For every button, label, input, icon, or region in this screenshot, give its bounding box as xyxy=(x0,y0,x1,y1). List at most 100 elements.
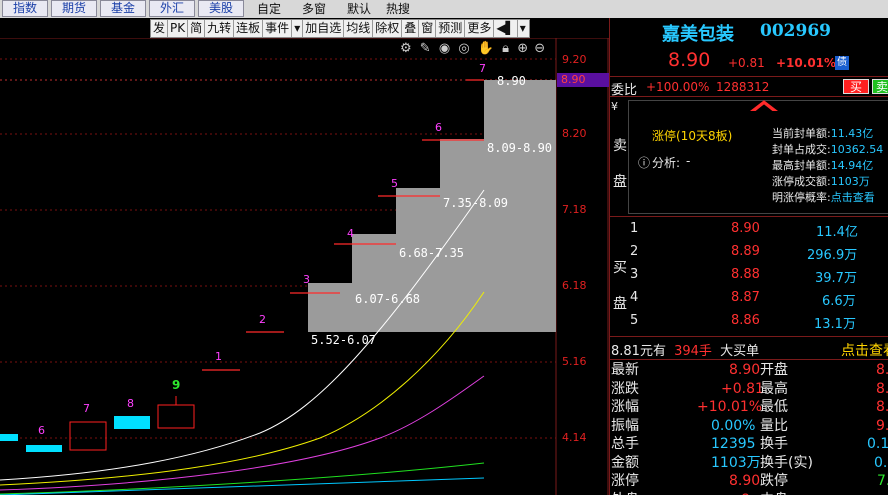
step-number: 2 xyxy=(259,313,266,326)
sell-button[interactable]: 卖 xyxy=(872,79,888,94)
forecast-staircase xyxy=(308,80,556,332)
gear-icon[interactable]: ⚙ xyxy=(400,41,412,56)
analysis-label: 分析: xyxy=(652,156,681,170)
lock-icon[interactable]: 🔒︎ xyxy=(502,41,509,56)
seal-value: 14.94亿 xyxy=(830,159,874,172)
candle-label: 7 xyxy=(83,402,90,415)
range-label: 6.68-7.35 xyxy=(399,246,465,260)
seal-info: 当前封单额:11.43亿 封单占成交:10362.54 最高封单额:14.94亿… xyxy=(772,126,883,206)
toolbar-window[interactable]: 窗 xyxy=(419,20,437,37)
step-number: 6 xyxy=(435,121,442,134)
candle-label: 6 xyxy=(38,424,45,437)
range-label: 8.09-8.90 xyxy=(487,141,553,155)
bid-row[interactable]: 1 8.90 11.4亿 xyxy=(630,221,888,244)
seal-label: 当前封单额: xyxy=(772,127,831,140)
ma-magenta-line xyxy=(0,375,485,491)
info-icon: ⓘ xyxy=(638,156,651,170)
seal-value: 1103万 xyxy=(830,175,870,188)
toolbar-collapse-dropdown[interactable]: ▾ xyxy=(518,20,528,37)
weibi-diff: 1288312 xyxy=(716,80,770,94)
tab-index[interactable]: 指数 xyxy=(2,0,48,17)
plus-circle-icon[interactable]: ⊕ xyxy=(517,41,528,56)
analysis-value: - xyxy=(686,154,691,168)
limit-up-status: 涨停(10天8板) xyxy=(652,129,733,143)
axis-label: 8.20 xyxy=(562,127,587,140)
tab-forex[interactable]: 外汇 xyxy=(149,0,195,17)
bid-row[interactable]: 5 8.86 13.1万 xyxy=(630,313,888,336)
toolbar-collapse[interactable]: ◀▌ xyxy=(494,20,518,37)
current-price-tag: 8.90 xyxy=(557,73,609,87)
eye-icon[interactable]: ◉ xyxy=(439,41,450,56)
step-number: 1 xyxy=(215,350,222,363)
big-order-row[interactable]: 8.81元有 394手 大买单 xyxy=(611,340,759,359)
sell-side-label: 卖盘 xyxy=(613,138,627,190)
tab-futures[interactable]: 期货 xyxy=(51,0,97,17)
candle-label: 9 xyxy=(172,378,181,392)
quote-grid: 最新8.90开盘8. 涨跌+0.81最高8. 涨幅+10.01%最低8. 振幅0… xyxy=(611,362,888,495)
toolbar-overlay[interactable]: 叠 xyxy=(402,20,420,37)
eye-alt-icon[interactable]: ◎ xyxy=(458,41,469,56)
pen-icon[interactable]: ✎ xyxy=(420,41,431,56)
range-label: 6.07-6.68 xyxy=(355,292,421,306)
bid-row[interactable]: 2 8.89 296.9万 xyxy=(630,244,888,267)
toolbar-forecast[interactable]: 预测 xyxy=(436,20,466,37)
range-label: 7.35-8.09 xyxy=(443,196,509,210)
toolbar-pk[interactable]: PK xyxy=(168,20,189,37)
toolbar-send[interactable]: 发 xyxy=(151,20,169,37)
big-order-link[interactable]: 点击查看 xyxy=(841,340,888,360)
stock-name: 嘉美包装 xyxy=(662,24,734,45)
seal-label: 涨停成交额: xyxy=(772,175,831,188)
chart-icon-toolbar: ⚙ ✎ ◉ ◎ ✋ 🔒︎ ⊕ ⊖ xyxy=(400,41,545,56)
step-number: 4 xyxy=(347,227,354,240)
stock-price: 8.90 xyxy=(668,49,711,71)
weibi-value: +100.00% xyxy=(646,80,710,94)
bid-row[interactable]: 4 8.87 6.6万 xyxy=(630,290,888,313)
range-label: 5.52-6.07 xyxy=(311,333,377,347)
seal-value: 11.43亿 xyxy=(830,127,874,140)
axis-label: 5.16 xyxy=(562,355,587,368)
candle xyxy=(69,421,107,451)
toolbar-more[interactable]: 更多 xyxy=(465,20,495,37)
click-view-link[interactable]: 点击查看 xyxy=(831,191,875,204)
toolbar-events[interactable]: 事件 xyxy=(263,20,293,37)
axis-label: 7.18 xyxy=(562,203,587,216)
step-number: 5 xyxy=(391,177,398,190)
axis-label: 6.18 xyxy=(562,279,587,292)
toolbar-nine-turn[interactable]: 九转 xyxy=(205,20,235,37)
stock-code: 002969 xyxy=(760,21,831,41)
toolbar-events-dropdown[interactable]: ▾ xyxy=(292,20,304,37)
kline-chart[interactable] xyxy=(0,38,609,495)
axis-label: 9.20 xyxy=(562,53,587,66)
hand-icon[interactable]: ✋ xyxy=(478,41,494,56)
buy-button[interactable]: 买 xyxy=(843,79,869,94)
candle xyxy=(26,445,62,452)
buy-side-label: 买盘 xyxy=(613,260,627,312)
link-default[interactable]: 默认 xyxy=(347,1,371,17)
toolbar-moving-average[interactable]: 均线 xyxy=(344,20,374,37)
ma-green-line xyxy=(0,462,485,495)
tab-funds[interactable]: 基金 xyxy=(100,0,146,17)
stock-change: +0.81 xyxy=(728,56,765,70)
minus-circle-icon[interactable]: ⊖ xyxy=(534,41,545,56)
candle xyxy=(114,416,150,429)
toolbar-consecutive-board[interactable]: 连板 xyxy=(234,20,264,37)
link-hot-search[interactable]: 热搜 xyxy=(386,1,410,17)
seal-value: 10362.54 xyxy=(830,143,884,156)
toolbar-add-watchlist[interactable]: 加自选 xyxy=(303,20,345,37)
link-multi-window[interactable]: 多窗 xyxy=(302,1,326,17)
bid-row[interactable]: 3 8.88 39.7万 xyxy=(630,267,888,290)
yen-icon: ¥ xyxy=(611,100,618,113)
seal-label: 封单占成交: xyxy=(772,143,831,156)
step-number: 7 xyxy=(479,62,486,75)
quote-panel: 嘉美包装 002969 8.90 +0.81 +10.01% 债 委比 +100… xyxy=(609,18,888,495)
bond-badge[interactable]: 债 xyxy=(835,56,849,70)
link-custom[interactable]: 自定 xyxy=(257,1,281,17)
chart-toolbar: 发 PK 简 九转 连板 事件 ▾ 加自选 均线 除权 叠 窗 预测 更多 ◀▌… xyxy=(150,19,530,38)
toolbar-simple[interactable]: 简 xyxy=(188,20,206,37)
axis-label: 4.14 xyxy=(562,431,587,444)
tab-us-stocks[interactable]: 美股 xyxy=(198,0,244,17)
range-label: 8.90 xyxy=(497,74,526,88)
step-number: 3 xyxy=(303,273,310,286)
toolbar-ex-rights[interactable]: 除权 xyxy=(373,20,403,37)
candle xyxy=(0,434,18,441)
